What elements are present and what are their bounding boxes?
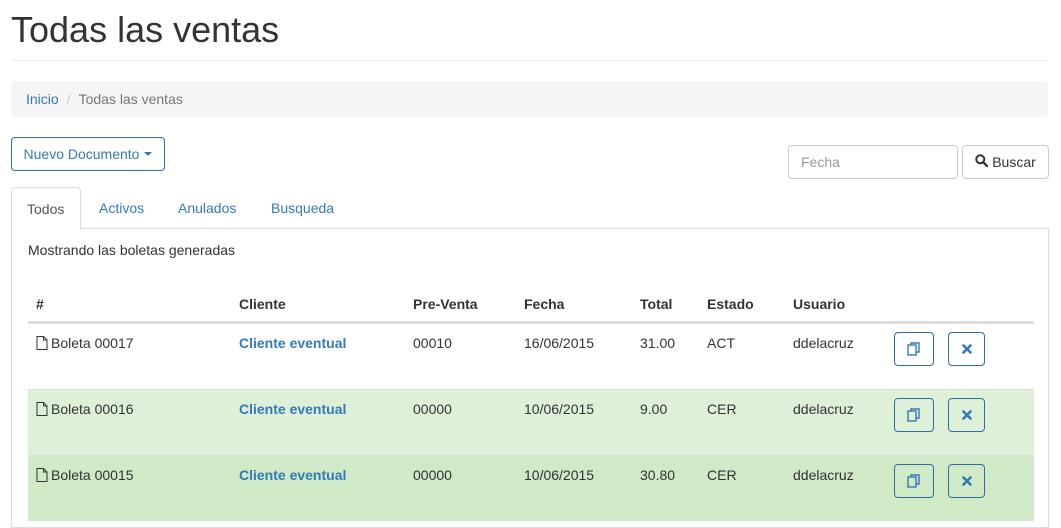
file-icon [36, 402, 48, 416]
page-title: Todas las ventas [11, 9, 280, 50]
date-search-input[interactable] [788, 145, 958, 179]
search-button-label: Buscar [992, 154, 1036, 170]
client-link[interactable]: Cliente eventual [239, 467, 346, 483]
header-preventa: Pre-Venta [413, 296, 478, 312]
user-cell: ddelacruz [793, 335, 854, 351]
new-document-label: Nuevo Documento [23, 146, 140, 162]
copy-button[interactable] [894, 464, 934, 498]
doc-label: Boleta 00017 [51, 335, 134, 351]
header-date: Fecha [524, 296, 565, 312]
doc-cell[interactable]: Boleta 00016 [36, 401, 134, 417]
breadcrumb-home-link[interactable]: Inicio [26, 91, 59, 107]
table-row: Boleta 00016 Cliente eventual 00000 10/0… [28, 389, 1034, 455]
table-header: # Cliente Pre-Venta Fecha Total Estado U… [28, 288, 1034, 323]
sales-table: # Cliente Pre-Venta Fecha Total Estado U… [28, 288, 1034, 521]
file-icon [36, 468, 48, 482]
tab-bar: Todos Activos Anulados Busqueda [11, 187, 1048, 230]
header-client: Cliente [239, 296, 286, 312]
header-status: Estado [707, 296, 754, 312]
copy-icon [907, 342, 920, 356]
tab-anulados[interactable]: Anulados [163, 187, 251, 229]
file-icon [36, 336, 48, 350]
total-cell: 9.00 [640, 401, 668, 417]
table-row: Boleta 00015 Cliente eventual 00000 10/0… [28, 455, 1034, 521]
total-cell: 31.00 [640, 335, 676, 351]
title-divider [11, 60, 1048, 61]
breadcrumb: Inicio / Todas las ventas [11, 81, 1048, 117]
delete-button[interactable] [948, 332, 985, 366]
breadcrumb-separator: / [66, 91, 71, 107]
copy-icon [907, 474, 920, 488]
status-cell: CER [707, 467, 737, 483]
header-number: # [36, 296, 44, 312]
caret-down-icon [144, 152, 153, 156]
doc-cell[interactable]: Boleta 00015 [36, 467, 134, 483]
breadcrumb-current: Todas las ventas [78, 91, 183, 107]
copy-icon [907, 408, 920, 422]
status-cell: ACT [707, 335, 735, 351]
tab-todos[interactable]: Todos [11, 187, 81, 230]
client-link[interactable]: Cliente eventual [239, 401, 346, 417]
tab-activos[interactable]: Activos [84, 187, 159, 229]
user-cell: ddelacruz [793, 401, 854, 417]
doc-cell[interactable]: Boleta 00017 [36, 335, 134, 351]
panel-message: Mostrando las boletas generadas [28, 242, 236, 258]
new-document-dropdown-button[interactable]: Nuevo Documento [11, 137, 165, 171]
total-cell: 30.80 [640, 467, 676, 483]
user-cell: ddelacruz [793, 467, 854, 483]
date-cell: 10/06/2015 [524, 467, 595, 483]
preventa-cell: 00010 [413, 335, 452, 351]
close-icon [961, 410, 972, 420]
delete-button[interactable] [948, 398, 985, 432]
preventa-cell: 00000 [413, 401, 452, 417]
table-row: Boleta 00017 Cliente eventual 00010 16/0… [28, 323, 1034, 389]
doc-label: Boleta 00016 [51, 401, 134, 417]
copy-button[interactable] [894, 398, 934, 432]
status-cell: CER [707, 401, 737, 417]
preventa-cell: 00000 [413, 467, 452, 483]
date-cell: 10/06/2015 [524, 401, 595, 417]
header-user: Usuario [793, 296, 846, 312]
search-icon [975, 154, 989, 170]
search-button[interactable]: Buscar [962, 145, 1049, 179]
doc-label: Boleta 00015 [51, 467, 134, 483]
tab-content-panel: Mostrando las boletas generadas # Client… [11, 228, 1049, 528]
close-icon [961, 476, 972, 486]
date-cell: 16/06/2015 [524, 335, 595, 351]
copy-button[interactable] [894, 332, 934, 366]
tab-busqueda[interactable]: Busqueda [256, 187, 349, 229]
delete-button[interactable] [948, 464, 985, 498]
header-total: Total [640, 296, 673, 312]
client-link[interactable]: Cliente eventual [239, 335, 346, 351]
close-icon [961, 344, 972, 354]
